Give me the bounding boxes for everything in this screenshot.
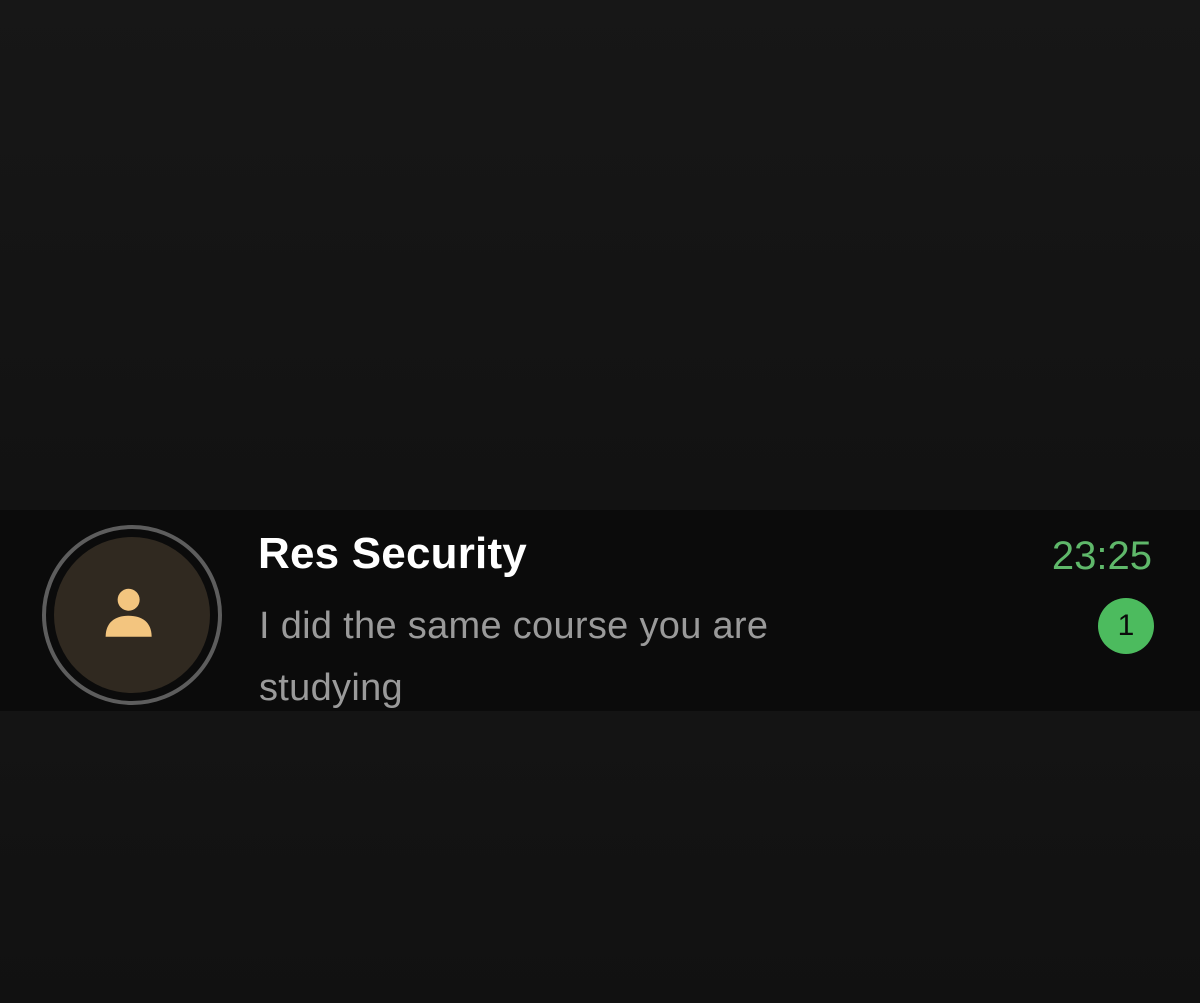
contact-name: Res Security [258,529,527,578]
background-top [0,0,1200,510]
person-icon [105,588,152,637]
avatar-circle [54,537,210,693]
message-time: 23:25 [1051,534,1152,578]
background-bottom [0,711,1200,1003]
unread-badge: 1 [1098,598,1154,654]
chat-list-item[interactable]: Res Security I did the same course you a… [0,510,1200,711]
avatar[interactable] [42,525,222,705]
message-preview: I did the same course you are studying [259,605,769,709]
